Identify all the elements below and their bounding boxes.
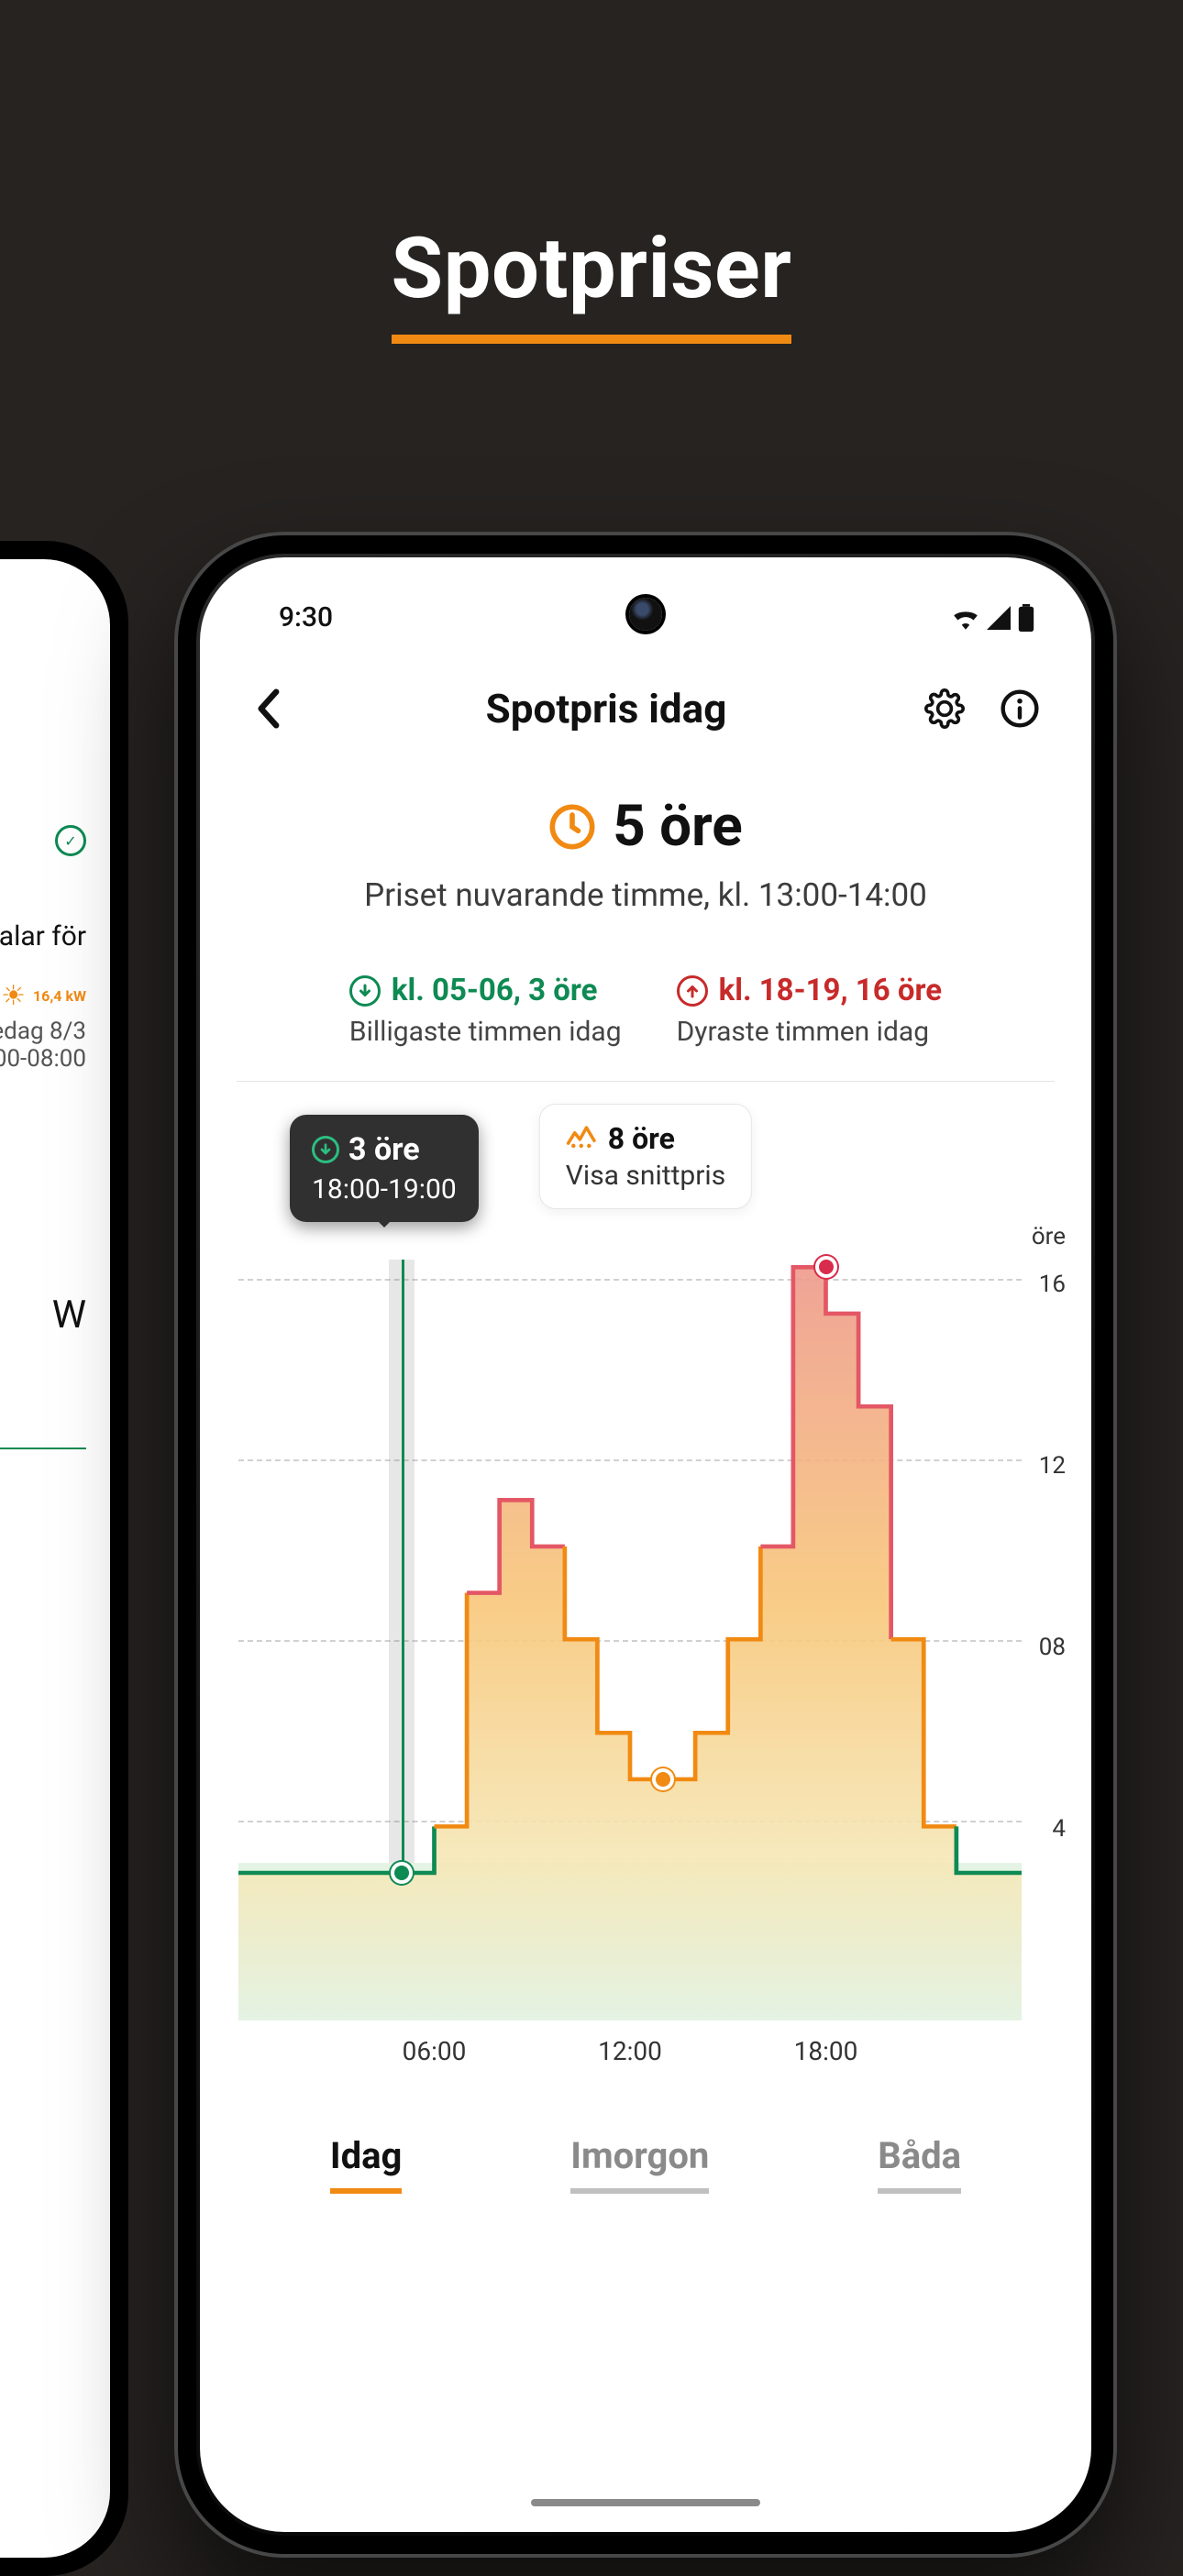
divider	[237, 1081, 1055, 1082]
cheapest-value: kl. 05-06, 3 öre	[392, 973, 598, 1008]
expensive-marker	[819, 1260, 834, 1274]
check-icon: ✓	[55, 825, 86, 856]
x-tick: 12:00	[598, 2036, 662, 2066]
y-tick: 08	[1039, 1634, 1066, 1661]
page-title: Spotpris idag	[293, 685, 919, 732]
cheapest-hour: kl. 05-06, 3 öre Billigaste timmen idag	[349, 973, 622, 1048]
promo-title: Spotpriser	[392, 220, 792, 344]
phone-frame: 9:30 Spotpris idag	[174, 532, 1117, 2558]
y-tick: 16	[1039, 1271, 1066, 1298]
peek-hours: 07:00-08:00	[0, 1045, 86, 1073]
tab-both[interactable]: Båda	[878, 2134, 961, 2194]
current-hour-marker	[656, 1772, 670, 1787]
spark-icon	[566, 1121, 597, 1156]
peek-date: Fredag 8/3	[0, 1018, 86, 1045]
current-price: 5 öre	[613, 793, 743, 860]
tooltip-time: 18:00-19:00	[312, 1173, 457, 1205]
battery-icon	[1016, 604, 1036, 632]
info-button[interactable]	[994, 683, 1045, 734]
average-price-value: 8 öre	[608, 1121, 675, 1156]
tab-tomorrow[interactable]: Imorgon	[570, 2134, 709, 2194]
camera-notch	[629, 598, 662, 631]
y-tick: 12	[1039, 1452, 1066, 1480]
y-axis-unit: öre	[1032, 1223, 1066, 1250]
spot-price-chart[interactable]: 8 öre Visa snittpris 3 öre 18:00-19:00 ö…	[229, 1104, 1062, 2103]
peek-text: alar för	[0, 920, 86, 952]
peek-letter: W	[0, 1293, 86, 1338]
home-indicator[interactable]	[531, 2499, 760, 2506]
day-tabs: Idag Imorgon Båda	[200, 2103, 1091, 2194]
cheapest-marker	[394, 1866, 409, 1880]
current-price-subtitle: Priset nuvarande timme, kl. 13:00-14:00	[248, 876, 1044, 914]
chart-tooltip: 3 öre 18:00-19:00	[290, 1115, 479, 1222]
secondary-phone-frame: ✓ alar för ☀ 16,4 kW Fredag 8/3 07:00-08…	[0, 541, 128, 2576]
plot-area[interactable]	[238, 1260, 1022, 2020]
chart-svg	[238, 1260, 1022, 2020]
clock-icon	[548, 803, 596, 851]
wifi-icon	[950, 606, 981, 630]
average-price-card[interactable]: 8 öre Visa snittpris	[539, 1104, 752, 1209]
status-time: 9:30	[279, 601, 333, 633]
x-tick: 06:00	[403, 2036, 467, 2066]
arrow-down-icon	[349, 975, 381, 1007]
arrow-down-icon	[312, 1136, 339, 1163]
tab-today[interactable]: Idag	[330, 2134, 402, 2194]
y-tick: 4	[1052, 1815, 1066, 1843]
settings-button[interactable]	[919, 683, 970, 734]
arrow-up-icon	[677, 975, 708, 1007]
sun-icon: ☀	[1, 980, 26, 1012]
tooltip-price: 3 öre	[348, 1131, 420, 1168]
signal-icon	[985, 606, 1012, 630]
app-screen: 9:30 Spotpris idag	[200, 557, 1091, 2532]
expensive-label: Dyraste timmen idag	[677, 1016, 943, 1048]
peek-solar-value: 16,4 kW	[33, 987, 86, 1005]
cheapest-label: Billigaste timmen idag	[349, 1016, 622, 1048]
average-price-label: Visa snittpris	[566, 1160, 725, 1192]
x-tick: 18:00	[794, 2036, 858, 2066]
expensive-hour: kl. 18-19, 16 öre Dyraste timmen idag	[677, 973, 943, 1048]
back-button[interactable]	[242, 683, 293, 734]
expensive-value: kl. 18-19, 16 öre	[719, 973, 943, 1008]
